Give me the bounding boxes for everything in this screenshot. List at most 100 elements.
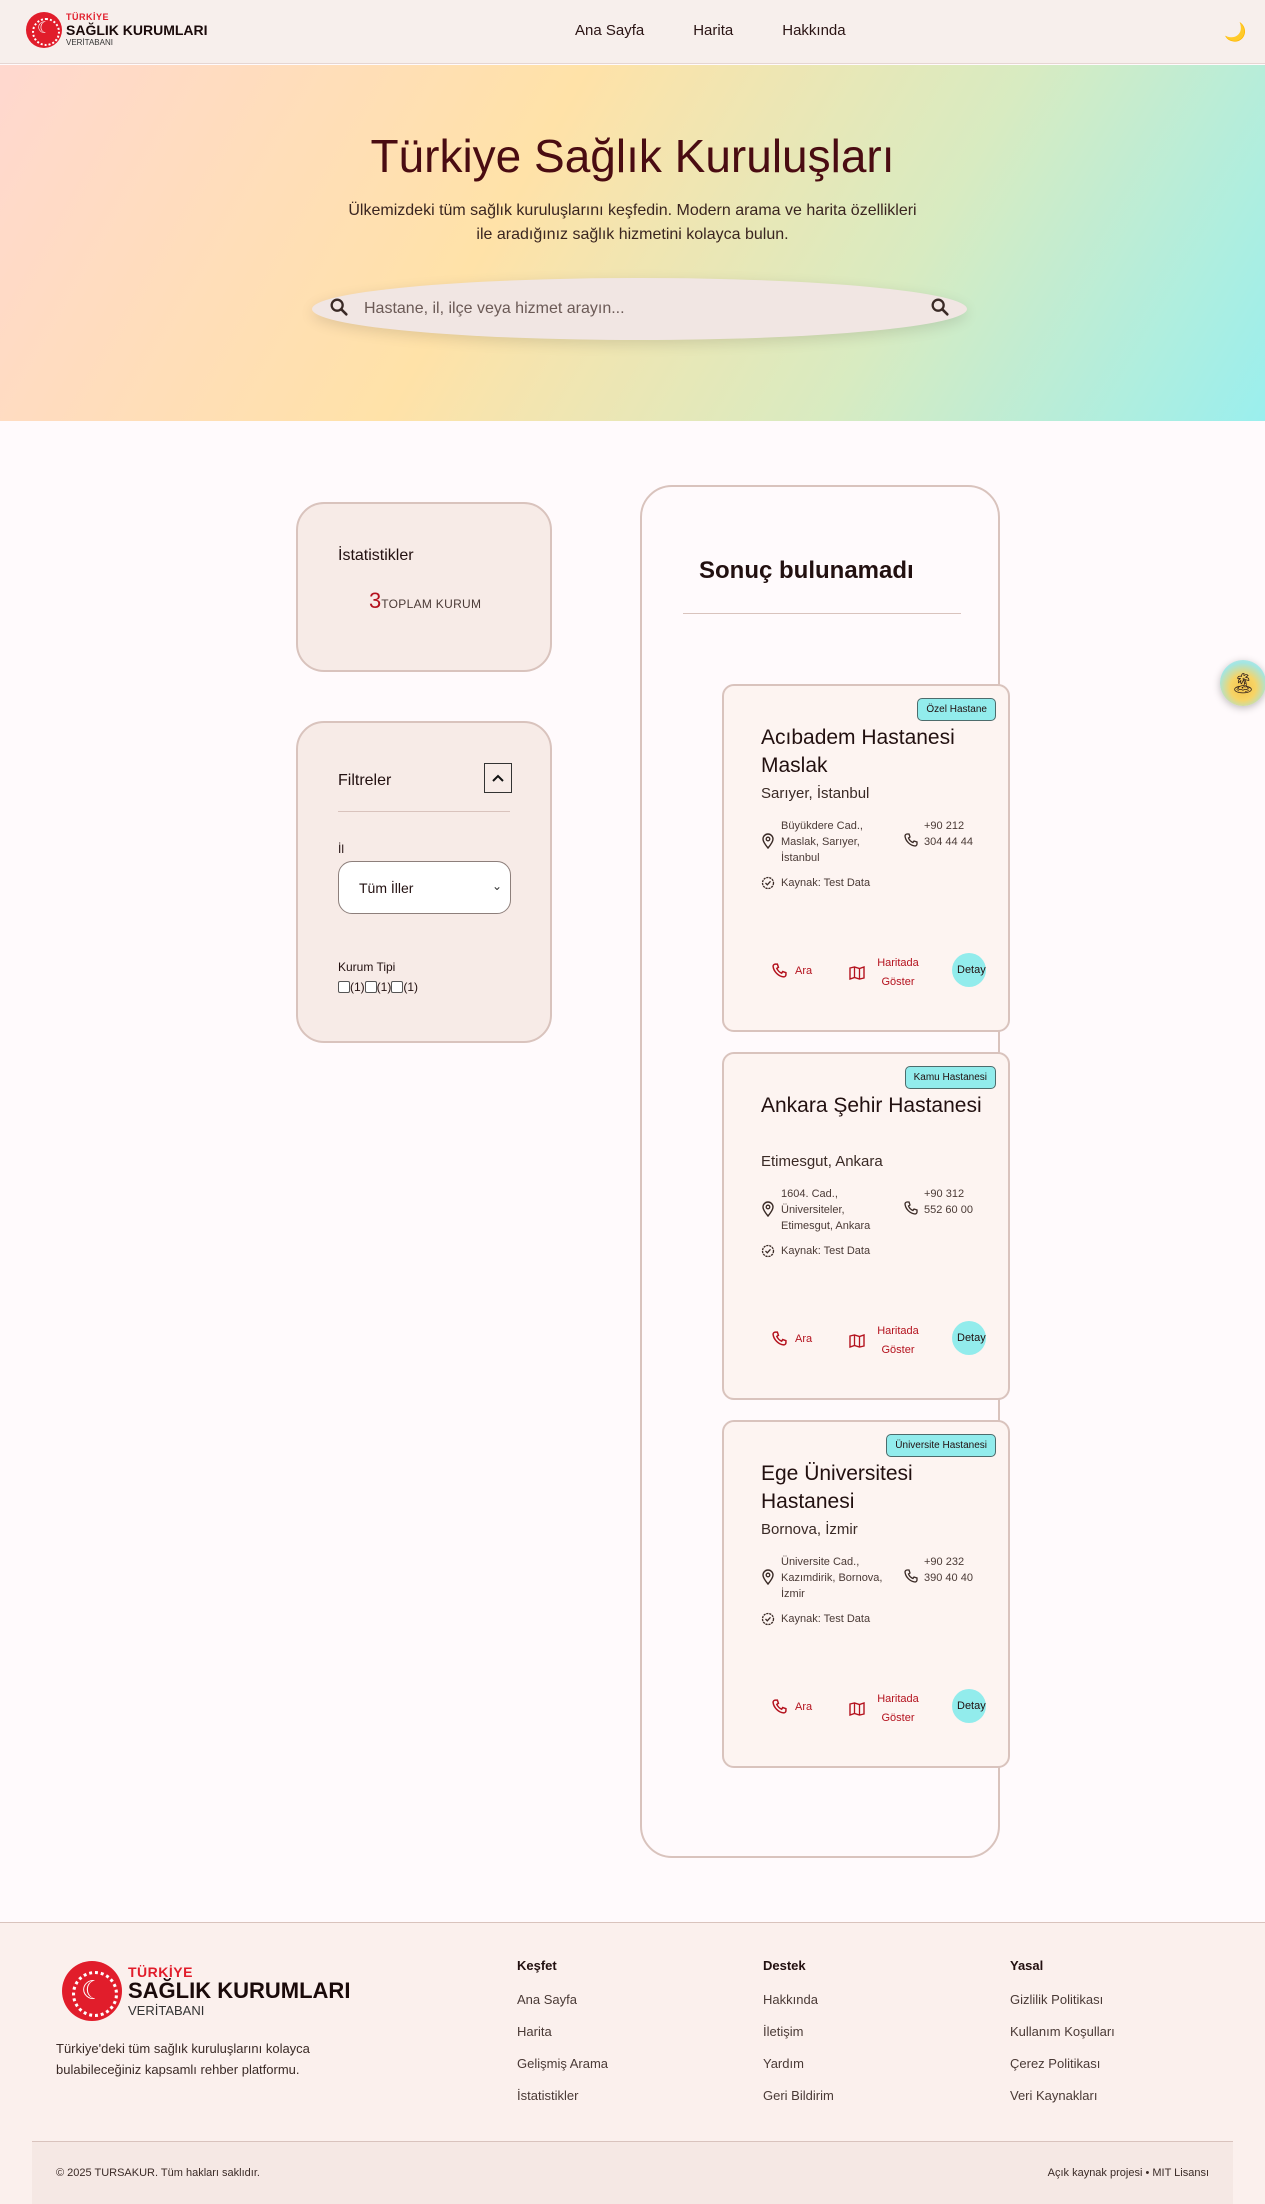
logo-text: TÜRKİYE SAĞLIK KURUMLARI VERİTABANI — [66, 13, 208, 47]
hospital-location: Etimesgut, Ankara — [761, 1153, 883, 1170]
hospital-location: Bornova, İzmir — [761, 1521, 858, 1538]
collapse-filters-button[interactable] — [484, 763, 512, 793]
hospital-address: Büyükdere Cad., Maslak, Sarıyer, İstanbu… — [781, 820, 863, 864]
kurum-tipi-count: (1) — [403, 980, 419, 994]
il-label: İl — [338, 842, 344, 856]
footer-link[interactable]: Çerez Politikası — [1010, 2055, 1115, 2072]
footer-logo-line2: SAĞLIK KURUMLARI — [128, 1978, 351, 2003]
type-badge: Özel Hastane — [917, 698, 996, 721]
footer-column-title: Keşfet — [517, 1958, 557, 1973]
search-bar — [312, 278, 967, 340]
stat-total-label: TOPLAM KURUM — [381, 597, 482, 611]
copyright: © 2025 TURSAKUR. Tüm hakları saklıdır. — [56, 2167, 260, 2179]
phone-icon — [772, 1699, 787, 1714]
type-badge: Üniversite Hastanesi — [886, 1434, 996, 1457]
footer-link[interactable]: Harita — [517, 2023, 608, 2040]
footer-column-title: Destek — [763, 1958, 806, 1973]
show-on-map-label: Haritada Göster — [877, 1325, 919, 1356]
kurum-tipi-checkbox[interactable] — [364, 981, 377, 993]
verified-icon — [761, 876, 775, 895]
detail-button[interactable]: Detay — [952, 953, 986, 987]
moon-icon[interactable]: 🌙 — [1224, 22, 1246, 43]
logo-emblem-icon — [62, 1961, 122, 2021]
footer-link[interactable]: İstatistikler — [517, 2087, 608, 2104]
show-on-map-label: Haritada Göster — [877, 957, 919, 988]
license-link[interactable]: Açık kaynak projesi • MIT Lisansı — [1048, 2167, 1209, 2179]
footer-logo-line1: TÜRKİYE — [128, 1964, 193, 1980]
search-icon — [328, 296, 350, 323]
show-on-map-button[interactable]: Haritada Göster — [849, 1322, 923, 1360]
site-footer: TÜRKİYE SAĞLIK KURUMLARI VERİTABANI Türk… — [0, 1922, 1265, 2204]
nav-about[interactable]: Hakkında — [782, 22, 845, 39]
hero-section: Türkiye Sağlık Kuruluşları Ülkemizdeki t… — [0, 65, 1265, 421]
il-select[interactable]: Tüm İller ⌄ — [338, 861, 511, 914]
footer-link[interactable]: İletişim — [763, 2023, 834, 2040]
show-on-map-button[interactable]: Haritada Göster — [849, 1690, 923, 1728]
footer-column-kesfet: Keşfet Ana Sayfa Harita Gelişmiş Arama İ… — [517, 1958, 608, 2119]
kurum-tipi-checkbox[interactable] — [391, 981, 404, 993]
footer-link[interactable]: Yardım — [763, 2055, 834, 2072]
map-icon — [849, 1334, 865, 1348]
data-source: Kaynak: Test Data — [781, 877, 871, 889]
hospital-location: Sarıyer, İstanbul — [761, 785, 870, 802]
footer-link[interactable]: Hakkında — [763, 1991, 834, 2008]
stat-total-value: 3 — [369, 588, 382, 613]
island-icon[interactable]: 🏝 — [1220, 660, 1265, 706]
phone-icon — [772, 1331, 787, 1346]
data-source: Kaynak: Test Data — [781, 1245, 871, 1257]
hospital-card[interactable]: Kamu Hastanesi Ankara Şehir Hastanesi Et… — [722, 1052, 1010, 1400]
stats-title: İstatistikler — [338, 547, 414, 564]
detail-button[interactable]: Detay — [952, 1321, 986, 1355]
footer-link[interactable]: Kullanım Koşulları — [1010, 2023, 1115, 2040]
map-icon — [849, 1702, 865, 1716]
detail-button[interactable]: Detay — [952, 1689, 986, 1723]
chevron-up-icon — [492, 774, 504, 782]
nav-map[interactable]: Harita — [693, 22, 733, 39]
chevron-down-icon: ⌄ — [491, 879, 502, 893]
call-label: Ara — [795, 1700, 813, 1713]
footer-link[interactable]: Ana Sayfa — [517, 1991, 608, 2008]
filters-card: Filtreler İl Tüm İller ⌄ Kurum Tipi (1) … — [296, 721, 552, 1043]
type-badge: Kamu Hastanesi — [904, 1066, 996, 1089]
il-select-value: Tüm İller — [359, 880, 414, 896]
search-input[interactable] — [364, 296, 884, 322]
show-on-map-label: Haritada Göster — [877, 1693, 919, 1724]
hospital-phone: +90 212 304 44 44 — [924, 820, 973, 848]
hospital-name: Ege Üniversitesi Hastanesi — [761, 1462, 913, 1513]
footer-bottom-bar: © 2025 TURSAKUR. Tüm hakları saklıdır. A… — [32, 2141, 1233, 2204]
call-button[interactable]: Ara — [772, 1699, 812, 1714]
phone-icon — [772, 963, 787, 978]
footer-link[interactable]: Geri Bildirim — [763, 2087, 834, 2104]
footer-link[interactable]: Gizlilik Politikası — [1010, 1991, 1115, 2008]
nav-home[interactable]: Ana Sayfa — [575, 22, 644, 39]
hospital-address: Üniversite Cad., Kazımdirik, Bornova, İz… — [781, 1556, 883, 1600]
hero-subtitle: Ülkemizdeki tüm sağlık kuruluşlarını keş… — [348, 202, 917, 243]
show-on-map-button[interactable]: Haritada Göster — [849, 954, 923, 992]
call-button[interactable]: Ara — [772, 963, 812, 978]
map-pin-icon — [761, 1201, 775, 1222]
footer-logo-line3: VERİTABANI — [128, 2003, 205, 2018]
search-submit-icon[interactable] — [929, 296, 951, 323]
footer-link[interactable]: Gelişmiş Arama — [517, 2055, 608, 2072]
footer-logo-text: TÜRKİYE SAĞLIK KURUMLARI VERİTABANI — [128, 1965, 350, 2017]
map-pin-icon — [761, 1569, 775, 1590]
main-nav: Ana Sayfa Harita Hakkında — [575, 22, 895, 39]
hospital-card[interactable]: Özel Hastane Acıbadem Hastanesi Maslak S… — [722, 684, 1010, 1032]
site-logo[interactable]: TÜRKİYE SAĞLIK KURUMLARI VERİTABANI — [26, 12, 208, 48]
verified-icon — [761, 1612, 775, 1631]
map-icon — [849, 966, 865, 980]
kurum-tipi-checkbox[interactable] — [338, 981, 350, 993]
divider — [338, 811, 510, 812]
footer-column-destek: Destek Hakkında İletişim Yardım Geri Bil… — [763, 1958, 834, 2119]
hero-title: Türkiye Sağlık Kuruluşları — [370, 130, 895, 182]
kurum-tipi-label: Kurum Tipi — [338, 960, 396, 974]
kurum-tipi-count: (1) — [376, 980, 392, 994]
hospital-phone: +90 312 552 60 00 — [924, 1188, 973, 1216]
divider — [683, 613, 961, 614]
kurum-tipi-count: (1) — [350, 980, 365, 994]
phone-icon — [904, 833, 918, 852]
footer-link[interactable]: Veri Kaynakları — [1010, 2087, 1115, 2104]
footer-logo[interactable]: TÜRKİYE SAĞLIK KURUMLARI VERİTABANI — [62, 1961, 350, 2021]
call-button[interactable]: Ara — [772, 1331, 812, 1346]
hospital-card[interactable]: Üniversite Hastanesi Ege Üniversitesi Ha… — [722, 1420, 1010, 1768]
